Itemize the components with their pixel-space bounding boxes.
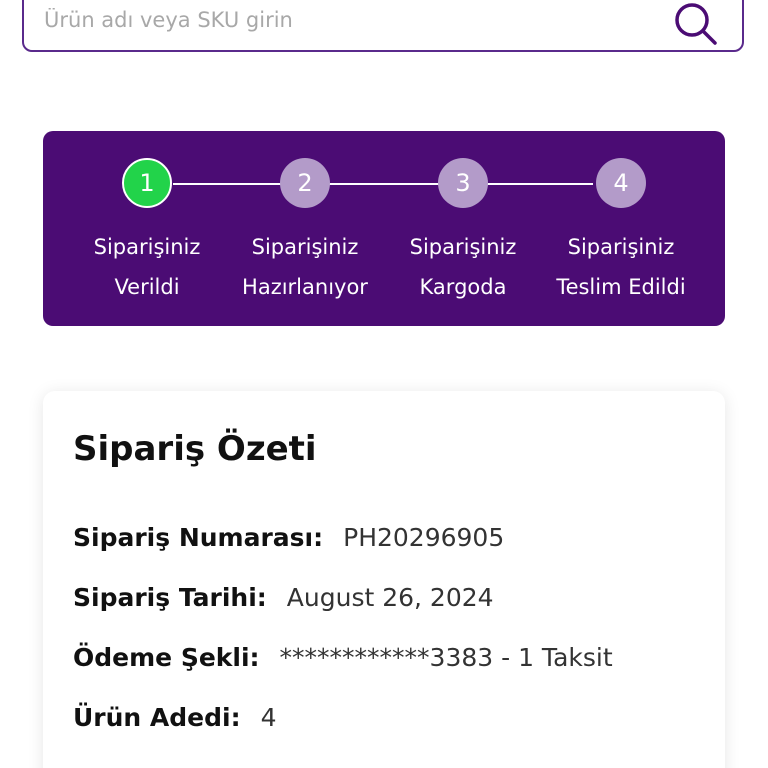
order-tracking-page: 1 Siparişiniz Verildi 2 Siparişiniz Hazı…	[0, 0, 768, 768]
order-date-label: Sipariş Tarihi:	[73, 583, 267, 612]
step-label: Siparişiniz Verildi	[93, 235, 201, 299]
step-number-badge: 4	[596, 158, 646, 208]
status-step-4: 4 Siparişiniz Teslim Edildi	[541, 131, 701, 326]
step-label: Siparişiniz Kargoda	[409, 235, 517, 299]
order-summary-title: Sipariş Özeti	[73, 429, 317, 469]
step-number-badge: 3	[438, 158, 488, 208]
order-number-value: PH20296905	[343, 523, 505, 552]
order-date-value: August 26, 2024	[286, 583, 494, 612]
status-step-3: 3 Siparişiniz Kargoda	[383, 131, 543, 326]
order-number-row: Sipariş Numarası: PH20296905	[73, 523, 504, 552]
status-step-2: 2 Siparişiniz Hazırlanıyor	[225, 131, 385, 326]
payment-method-label: Ödeme Şekli:	[73, 643, 260, 672]
payment-method-row: Ödeme Şekli: ************3383 - 1 Taksit	[73, 643, 613, 672]
payment-method-value: ************3383 - 1 Taksit	[279, 643, 613, 672]
step-label: Siparişiniz Teslim Edildi	[556, 235, 686, 299]
search-input[interactable]	[44, 2, 644, 38]
step-number-badge: 2	[280, 158, 330, 208]
item-count-row: Ürün Adedi: 4	[73, 703, 277, 732]
step-number-badge: 1	[122, 158, 172, 208]
order-date-row: Sipariş Tarihi: August 26, 2024	[73, 583, 494, 612]
search-icon[interactable]	[672, 0, 718, 46]
item-count-value: 4	[260, 703, 277, 732]
step-label: Siparişiniz Hazırlanıyor	[242, 235, 368, 299]
search-bar	[22, 0, 744, 52]
status-step-1: 1 Siparişiniz Verildi	[67, 131, 227, 326]
item-count-label: Ürün Adedi:	[73, 703, 241, 732]
order-number-label: Sipariş Numarası:	[73, 523, 324, 552]
order-status-stepper: 1 Siparişiniz Verildi 2 Siparişiniz Hazı…	[43, 131, 725, 326]
order-summary-card: Sipariş Özeti Sipariş Numarası: PH2029690…	[43, 391, 725, 768]
